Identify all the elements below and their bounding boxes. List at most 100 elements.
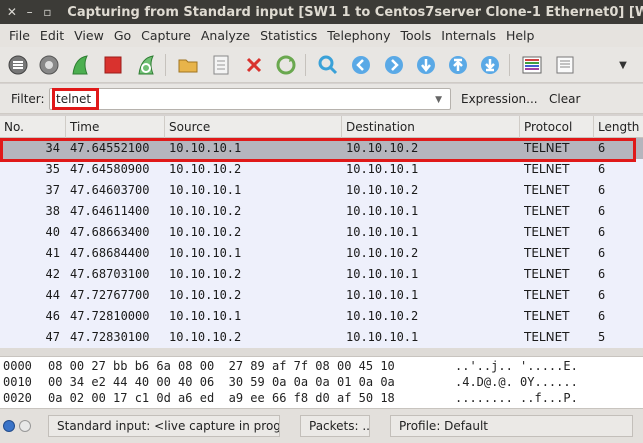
menu-internals[interactable]: Internals (436, 28, 501, 43)
table-cell: 10.10.10.2 (169, 288, 242, 302)
reload-icon[interactable] (273, 52, 299, 78)
menu-bar: File Edit View Go Capture Analyze Statis… (0, 24, 643, 47)
hex-ascii[interactable]: .4.D@.@. 0Y...... (455, 375, 578, 391)
stop-capture-icon[interactable] (100, 52, 126, 78)
table-cell: 10.10.10.1 (346, 330, 419, 344)
menu-view[interactable]: View (69, 28, 109, 43)
interfaces-icon[interactable] (5, 52, 31, 78)
restart-capture-icon[interactable] (133, 52, 159, 78)
table-cell: 10.10.10.2 (346, 309, 419, 323)
minimize-icon[interactable]: – (24, 5, 36, 19)
table-cell: 6 (598, 204, 606, 218)
go-to-packet-icon[interactable] (413, 52, 439, 78)
go-last-icon[interactable] (477, 52, 503, 78)
go-first-icon[interactable] (445, 52, 471, 78)
open-file-icon[interactable] (175, 52, 201, 78)
table-cell: 10.10.10.1 (169, 246, 242, 260)
main-toolbar: ▼ (0, 47, 643, 83)
start-capture-icon[interactable] (67, 52, 93, 78)
menu-edit[interactable]: Edit (35, 28, 69, 43)
table-cell: 47.68684400 (70, 246, 150, 260)
hex-ascii[interactable]: ..'..j.. '.....E. (455, 359, 578, 375)
save-file-icon[interactable] (208, 52, 234, 78)
table-row[interactable]: 37 47.64603700 10.10.10.1 10.10.10.2 TELNET 6 (0, 180, 643, 201)
table-row[interactable]: 35 47.64580900 10.10.10.2 10.10.10.1 TELNET 6 (0, 159, 643, 180)
autoscroll-icon[interactable] (552, 52, 578, 78)
table-cell: 47.64580900 (70, 162, 150, 176)
hex-bytes[interactable]: 08 00 27 bb b6 6a 08 00 27 89 af 7f 08 0… (48, 359, 395, 375)
toolbar-separator (305, 54, 306, 76)
hex-bytes[interactable]: 00 34 e2 44 40 00 40 06 30 59 0a 0a 0a 0… (48, 375, 395, 391)
table-cell: 10.10.10.2 (169, 267, 242, 281)
display-filter-input[interactable]: telnet ▼ (49, 88, 451, 110)
selected-row-highlight-box (0, 138, 636, 162)
column-time[interactable]: Time (66, 116, 165, 138)
more-tools-icon[interactable]: ▼ (610, 52, 636, 78)
table-cell: 10.10.10.2 (169, 162, 242, 176)
menu-tools[interactable]: Tools (395, 28, 436, 43)
table-cell: 10.10.10.2 (169, 330, 242, 344)
hex-offset[interactable]: 0010 (3, 375, 32, 391)
table-cell: 47 (45, 330, 60, 344)
table-row[interactable]: 40 47.68663400 10.10.10.2 10.10.10.1 TELNET 6 (0, 222, 643, 243)
table-row[interactable]: 41 47.68684400 10.10.10.1 10.10.10.2 TELNET 6 (0, 243, 643, 264)
capture-comment-icon[interactable] (19, 420, 31, 432)
table-cell: 10.10.10.2 (346, 183, 419, 197)
packets-status: Packets: ... (300, 415, 370, 437)
close-icon[interactable]: ✕ (6, 5, 18, 19)
profile-status[interactable]: Profile: Default (390, 415, 633, 437)
hex-ascii[interactable]: ........ ..f...P. (455, 391, 578, 407)
expression-button[interactable]: Expression... (461, 92, 538, 106)
close-file-icon[interactable] (241, 52, 267, 78)
find-packet-icon[interactable] (315, 52, 341, 78)
maximize-icon[interactable]: ▫ (42, 5, 54, 19)
options-icon[interactable] (36, 52, 62, 78)
column-source[interactable]: Source (165, 116, 342, 138)
hex-offset[interactable]: 0020 (3, 391, 32, 407)
table-cell: 6 (598, 162, 606, 176)
chevron-down-icon[interactable]: ▼ (435, 95, 442, 105)
menu-statistics[interactable]: Statistics (255, 28, 322, 43)
column-no[interactable]: No. (0, 116, 66, 138)
table-cell: 10.10.10.1 (346, 288, 419, 302)
menu-analyze[interactable]: Analyze (196, 28, 255, 43)
menu-file[interactable]: File (4, 28, 35, 43)
colorize-icon[interactable] (519, 52, 545, 78)
table-cell: 6 (598, 267, 606, 281)
table-cell: TELNET (524, 246, 570, 260)
table-cell: 6 (598, 225, 606, 239)
table-cell: 46 (45, 309, 60, 323)
menu-go[interactable]: Go (109, 28, 136, 43)
table-row[interactable]: 38 47.64611400 10.10.10.2 10.10.10.1 TELNET 6 (0, 201, 643, 222)
column-protocol[interactable]: Protocol (520, 116, 594, 138)
table-cell: 44 (45, 288, 60, 302)
table-cell: 47.72830100 (70, 330, 150, 344)
column-length[interactable]: Length (594, 116, 643, 138)
menu-capture[interactable]: Capture (136, 28, 196, 43)
table-row[interactable]: 42 47.68703100 10.10.10.2 10.10.10.1 TELNET 6 (0, 264, 643, 285)
horizontal-scrollbar[interactable] (0, 348, 643, 356)
table-cell: 10.10.10.1 (346, 225, 419, 239)
menu-telephony[interactable]: Telephony (322, 28, 395, 43)
filter-label: Filter: (11, 92, 45, 106)
table-cell: TELNET (524, 225, 570, 239)
table-row[interactable]: 44 47.72767700 10.10.10.2 10.10.10.1 TELNET 6 (0, 285, 643, 306)
table-row[interactable]: 46 47.72810000 10.10.10.1 10.10.10.2 TELNET 6 (0, 306, 643, 327)
table-cell: 42 (45, 267, 60, 281)
hex-offset[interactable]: 0000 (3, 359, 32, 375)
table-cell: 47.64603700 (70, 183, 150, 197)
expert-info-icon[interactable] (3, 420, 15, 432)
clear-button[interactable]: Clear (549, 92, 580, 106)
go-forward-icon[interactable] (381, 52, 407, 78)
table-cell: 37 (45, 183, 60, 197)
table-cell: 47.68663400 (70, 225, 150, 239)
table-row[interactable]: 47 47.72830100 10.10.10.2 10.10.10.1 TELNET 5 (0, 327, 643, 348)
table-cell: 10.10.10.2 (169, 204, 242, 218)
table-cell: 10.10.10.1 (346, 267, 419, 281)
toolbar-separator (509, 54, 510, 76)
menu-help[interactable]: Help (501, 28, 540, 43)
go-back-icon[interactable] (348, 52, 374, 78)
column-destination[interactable]: Destination (342, 116, 520, 138)
hex-bytes[interactable]: 0a 02 00 17 c1 0d a6 ed a9 ee 66 f8 d0 a… (48, 391, 395, 407)
capture-source-status: Standard input: <live capture in progre.… (48, 415, 280, 437)
